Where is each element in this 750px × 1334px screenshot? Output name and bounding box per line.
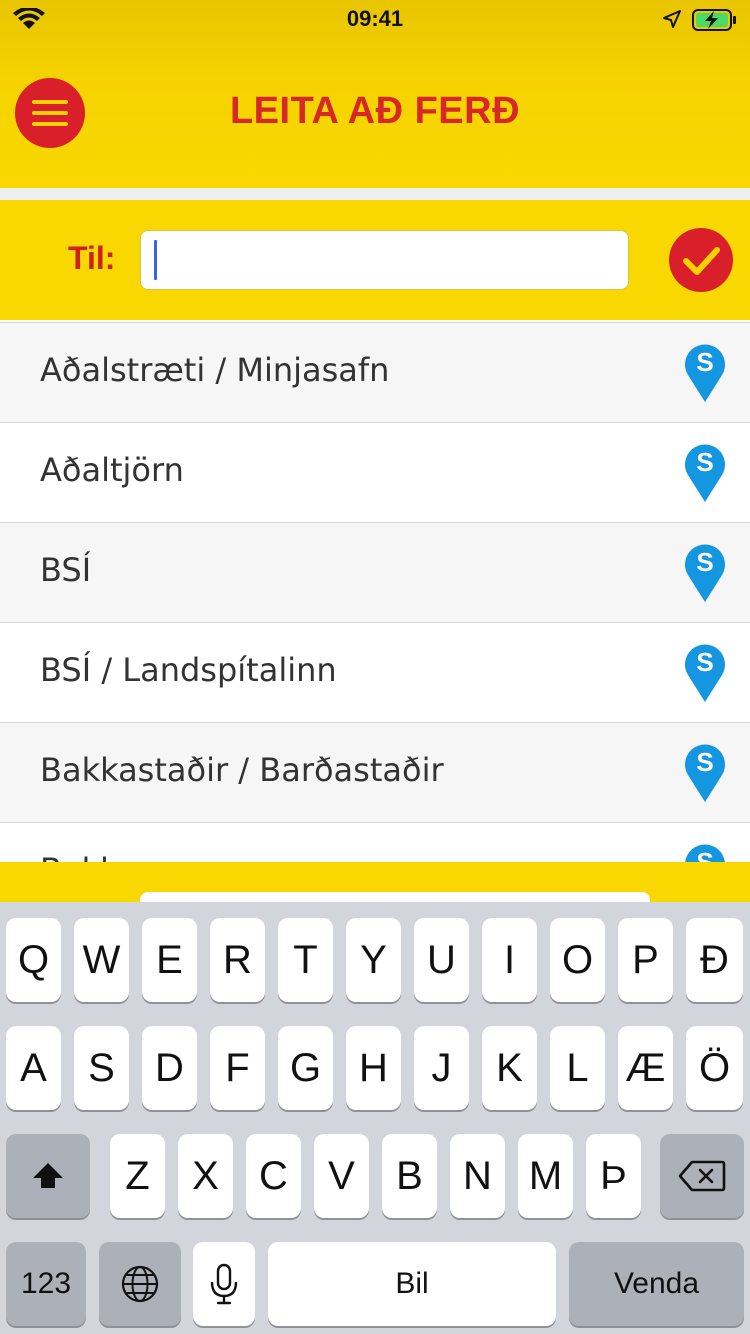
microphone-icon <box>210 1263 238 1305</box>
key-s[interactable]: S <box>74 1026 129 1110</box>
bus-stop-pin-icon: S <box>685 844 725 862</box>
bus-stop-pin-icon: S <box>685 744 725 802</box>
key-z[interactable]: Z <box>110 1134 165 1218</box>
stop-list: Aðalstræti / Minjasafn S Aðaltjörn S BSÍ… <box>0 322 750 862</box>
stop-name: Bakkar <box>40 851 151 862</box>
key-k[interactable]: K <box>482 1026 537 1110</box>
stop-list-item[interactable]: Aðalstræti / Minjasafn S <box>0 322 750 422</box>
key-i[interactable]: I <box>482 918 537 1002</box>
key-g[interactable]: G <box>278 1026 333 1110</box>
key-u[interactable]: U <box>414 918 469 1002</box>
backspace-icon <box>678 1160 726 1192</box>
key-v[interactable]: V <box>314 1134 369 1218</box>
svg-text:S: S <box>696 347 713 377</box>
status-bar: 09:41 <box>0 0 750 40</box>
stop-name: Bakkastaðir / Barðastaðir <box>40 751 444 789</box>
keyboard: Q W E R T Y U I O P Ð A S D F G H J K L … <box>0 902 750 1334</box>
battery-charging-icon <box>692 9 736 31</box>
key-f[interactable]: F <box>210 1026 265 1110</box>
stop-list-item[interactable]: Bakkastaðir / Barðastaðir S <box>0 722 750 822</box>
key-o-umlaut[interactable]: Ö <box>686 1026 743 1110</box>
dictation-key[interactable] <box>193 1242 255 1326</box>
location-arrow-icon <box>663 10 681 28</box>
key-w[interactable]: W <box>74 918 129 1002</box>
bus-stop-pin-icon: S <box>685 344 725 402</box>
confirm-button[interactable] <box>669 228 733 292</box>
stop-name: BSÍ <box>40 551 92 589</box>
bus-stop-pin-icon: S <box>685 644 725 702</box>
key-d[interactable]: D <box>142 1026 197 1110</box>
key-r[interactable]: R <box>210 918 265 1002</box>
key-o[interactable]: O <box>550 918 605 1002</box>
bus-stop-pin-icon: S <box>685 544 725 602</box>
shift-key[interactable] <box>6 1134 90 1218</box>
svg-text:S: S <box>696 447 713 477</box>
shift-arrow-icon <box>33 1163 63 1188</box>
checkmark-icon <box>683 247 720 275</box>
backspace-key[interactable] <box>660 1134 744 1218</box>
key-ae[interactable]: Æ <box>618 1026 673 1110</box>
key-eth[interactable]: Ð <box>686 918 743 1002</box>
stop-list-item[interactable]: BSÍ / Landspítalinn S <box>0 622 750 722</box>
globe-icon <box>121 1265 159 1303</box>
status-time: 09:41 <box>346 6 404 31</box>
key-c[interactable]: C <box>246 1134 301 1218</box>
key-t[interactable]: T <box>278 918 333 1002</box>
header-divider <box>0 188 750 200</box>
page-title: LEITA AÐ FERÐ <box>229 90 521 132</box>
key-b[interactable]: B <box>382 1134 437 1218</box>
space-key[interactable]: Bil <box>268 1242 556 1326</box>
svg-text:S: S <box>696 747 713 777</box>
key-n[interactable]: N <box>450 1134 505 1218</box>
key-y[interactable]: Y <box>346 918 401 1002</box>
key-l[interactable]: L <box>550 1026 605 1110</box>
stop-name: BSÍ / Landspítalinn <box>40 651 337 689</box>
key-p[interactable]: P <box>618 918 673 1002</box>
key-j[interactable]: J <box>414 1026 469 1110</box>
key-e[interactable]: E <box>142 918 197 1002</box>
svg-text:S: S <box>696 647 713 677</box>
stop-list-item[interactable]: Aðaltjörn S <box>0 422 750 522</box>
stop-name: Aðaltjörn <box>40 451 184 489</box>
svg-text:S: S <box>696 547 713 577</box>
bus-stop-pin-icon: S <box>685 444 725 502</box>
svg-text:S: S <box>696 847 713 862</box>
destination-input[interactable] <box>140 230 629 290</box>
destination-search-bar: Til: <box>0 200 750 320</box>
key-m[interactable]: M <box>518 1134 573 1218</box>
stop-list-item[interactable]: Bakkar S <box>0 822 750 862</box>
key-a[interactable]: A <box>6 1026 61 1110</box>
text-cursor <box>154 240 157 280</box>
key-h[interactable]: H <box>346 1026 401 1110</box>
numbers-key[interactable]: 123 <box>6 1242 86 1326</box>
stop-name: Aðalstræti / Minjasafn <box>40 351 390 389</box>
top-app-bar: 09:41 LEITA AÐ FERÐ <box>0 0 750 188</box>
destination-label: Til: <box>68 240 116 276</box>
key-thorn[interactable]: Þ <box>586 1134 641 1218</box>
key-q[interactable]: Q <box>6 918 61 1002</box>
return-key[interactable]: Venda <box>569 1242 744 1326</box>
stop-list-item[interactable]: BSÍ S <box>0 522 750 622</box>
key-x[interactable]: X <box>178 1134 233 1218</box>
globe-key[interactable] <box>99 1242 181 1326</box>
